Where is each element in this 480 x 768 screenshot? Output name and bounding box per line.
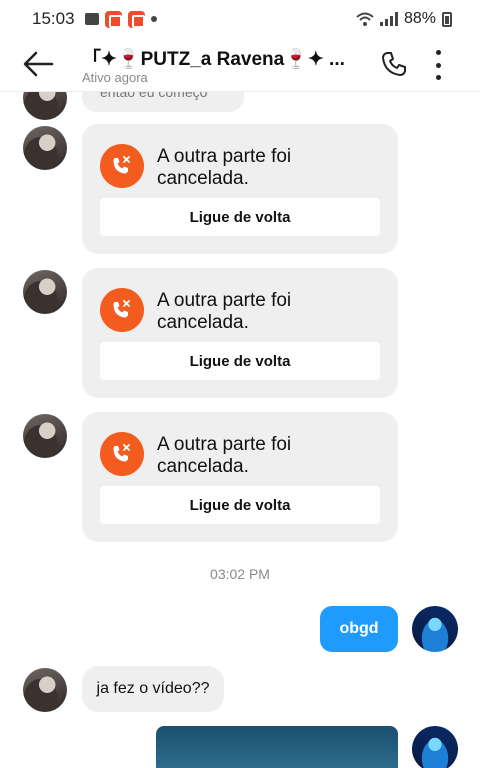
signal-icon <box>379 12 398 26</box>
call-back-button[interactable]: Ligue de volta <box>100 342 380 380</box>
wifi-icon <box>356 12 374 26</box>
more-vertical-icon[interactable] <box>430 50 446 80</box>
status-right: 88% <box>356 10 452 28</box>
missed-call-card: A outra parte foi cancelada. Ligue de vo… <box>82 412 398 542</box>
status-time: 15:03 <box>32 9 75 28</box>
message-bubble-incoming[interactable]: ja fez o vídeo?? <box>82 666 224 712</box>
own-avatar[interactable] <box>412 606 458 652</box>
chat-header: 「✦🍷PUTZ_a Ravena🍷✦ ... Ativo agora <box>0 38 480 92</box>
back-arrow-icon[interactable] <box>20 48 56 80</box>
missed-call-card: A outra parte foi cancelada. Ligue de vo… <box>82 124 398 254</box>
call-status-text: A outra parte foi cancelada. <box>157 146 292 189</box>
status-bar: 15:03 88% <box>0 0 480 38</box>
battery-icon <box>442 11 452 27</box>
call-back-button[interactable]: Ligue de volta <box>100 486 380 524</box>
contact-avatar[interactable] <box>23 92 67 120</box>
chat-screen: 15:03 88% 「✦🍷PUTZ_a Ravena🍷✦ ... Ativo a… <box>0 0 480 768</box>
contact-avatar[interactable] <box>23 414 67 458</box>
presence-status: Ativo agora <box>82 70 148 85</box>
message-list[interactable]: então eu começo A outra parte foi cancel… <box>0 92 480 768</box>
app-notification-icon <box>127 10 145 28</box>
missed-call-icon <box>100 432 144 476</box>
contact-name[interactable]: 「✦🍷PUTZ_a Ravena🍷✦ ... <box>82 44 372 71</box>
message-text: então eu começo <box>100 92 208 100</box>
call-status-text: A outra parte foi cancelada. <box>157 434 292 477</box>
more-notifications-dot-icon <box>150 16 157 22</box>
call-status-text: A outra parte foi cancelada. <box>157 290 292 333</box>
message-bubble-outgoing[interactable]: obgd <box>320 606 398 652</box>
missed-call-icon <box>100 144 144 188</box>
missed-call-icon <box>100 288 144 332</box>
video-message-thumbnail[interactable] <box>156 726 398 768</box>
contact-avatar[interactable] <box>23 668 67 712</box>
contact-avatar[interactable] <box>23 126 67 170</box>
call-back-button[interactable]: Ligue de volta <box>100 198 380 236</box>
battery-percent: 88% <box>403 10 436 27</box>
phone-icon[interactable] <box>380 50 408 78</box>
missed-call-card: A outra parte foi cancelada. Ligue de vo… <box>82 268 398 398</box>
contact-avatar[interactable] <box>23 270 67 314</box>
notification-icons <box>84 10 157 28</box>
gallery-notification-icon <box>84 13 99 25</box>
message-bubble-incoming[interactable]: então eu começo <box>82 92 244 112</box>
message-timestamp: 03:02 PM <box>210 566 270 582</box>
app-notification-icon <box>104 10 122 28</box>
own-avatar[interactable] <box>412 726 458 768</box>
